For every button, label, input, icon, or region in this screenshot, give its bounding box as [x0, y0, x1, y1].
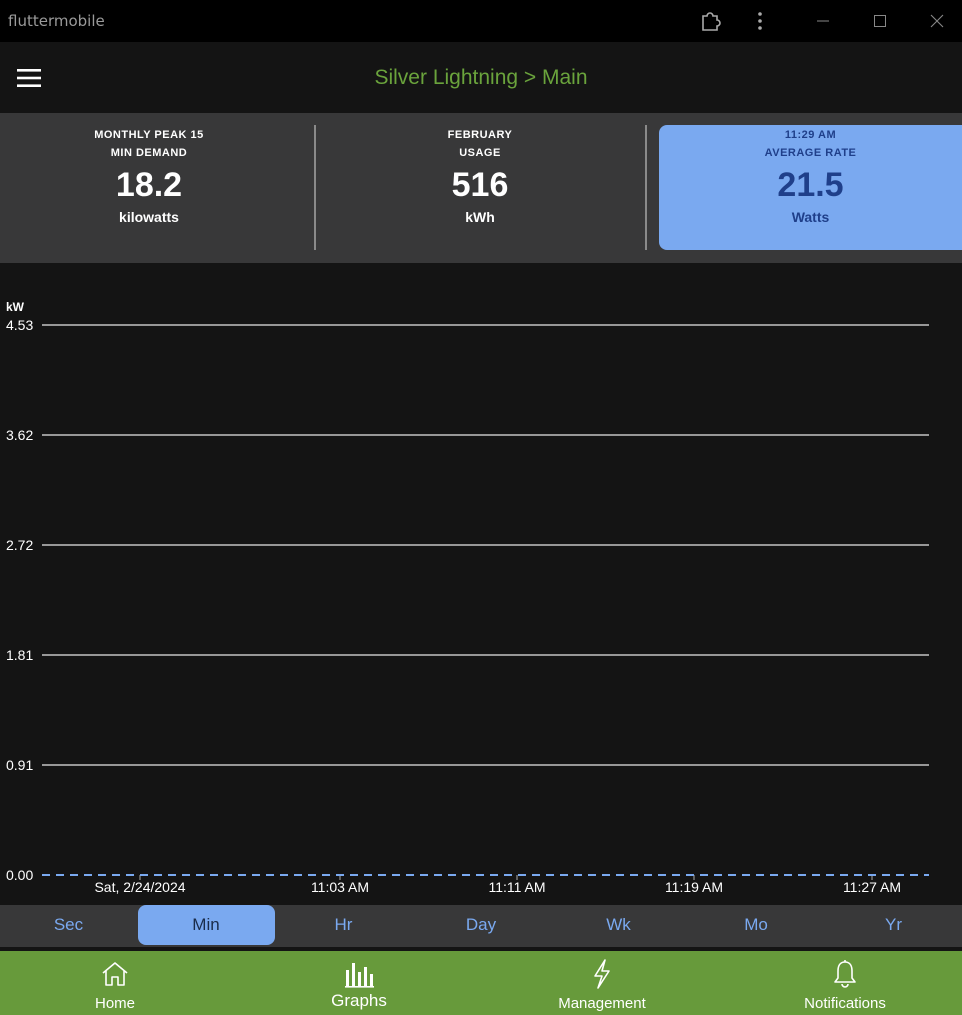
- peak-demand-label-1: MONTHLY PEAK 15: [94, 129, 204, 141]
- peak-demand-value: 18.2: [115, 166, 183, 204]
- close-icon[interactable]: [922, 6, 952, 36]
- stats-divider: [314, 125, 316, 250]
- range-day-button[interactable]: Day: [413, 905, 550, 945]
- peak-demand-unit: kilowatts: [119, 209, 179, 225]
- more-vert-icon[interactable]: [745, 6, 775, 36]
- y-tick-label: 0.91: [6, 757, 33, 773]
- average-rate-card[interactable]: 11:29 AM AVERAGE RATE 21.5 Watts: [659, 125, 962, 250]
- x-tick-label: 11:03 AM: [311, 879, 369, 895]
- range-wk-button[interactable]: Wk: [550, 905, 687, 945]
- range-sec-button[interactable]: Sec: [0, 905, 137, 945]
- lightning-icon: [591, 959, 613, 989]
- range-mo-button[interactable]: Mo: [688, 905, 825, 945]
- maximize-icon[interactable]: [865, 6, 895, 36]
- average-rate-unit: Watts: [791, 209, 830, 225]
- power-chart[interactable]: kW 4.53 3.62 2.72 1.81 0.91 0.00 Sat, 2/24/2024…: [0, 263, 962, 905]
- nav-notifications-label: Notifications: [804, 995, 886, 1012]
- chart-canvas: kW 4.53 3.62 2.72 1.81 0.91 0.00 Sat, 2/24/2024…: [6, 300, 929, 895]
- usage-label-1: FEBRUARY: [447, 129, 513, 141]
- y-tick-label: 2.72: [6, 537, 33, 553]
- range-min-button[interactable]: Min: [137, 905, 275, 945]
- range-hr-button[interactable]: Hr: [275, 905, 412, 945]
- home-icon: [100, 959, 130, 989]
- usage-card[interactable]: FEBRUARY USAGE 516 kWh: [330, 125, 630, 250]
- window-titlebar: fluttermobile: [0, 0, 962, 42]
- time-range-selector: Sec Min Hr Day Wk Mo Yr: [0, 905, 962, 947]
- peak-demand-card[interactable]: MONTHLY PEAK 15 MIN DEMAND 18.2 kilowatt…: [0, 125, 298, 250]
- y-tick-label: 4.53: [6, 317, 33, 333]
- nav-home[interactable]: Home: [55, 951, 175, 1015]
- peak-demand-label-2: MIN DEMAND: [110, 147, 188, 159]
- y-tick-label: 3.62: [6, 427, 33, 443]
- nav-notifications[interactable]: Notifications: [780, 951, 910, 1015]
- nav-graphs[interactable]: Graphs: [299, 951, 419, 1015]
- y-tick-label: 1.81: [6, 647, 33, 663]
- x-tick-label: 11:27 AM: [843, 879, 901, 895]
- y-axis-unit-label: kW: [6, 300, 25, 314]
- average-rate-time: 11:29 AM: [784, 129, 837, 141]
- minimize-icon[interactable]: [808, 6, 838, 36]
- usage-value: 516: [451, 166, 509, 204]
- nav-graphs-label: Graphs: [331, 991, 387, 1010]
- x-tick-label: 11:19 AM: [665, 879, 723, 895]
- x-tick-label: Sat, 2/24/2024: [94, 879, 185, 895]
- extension-icon[interactable]: [695, 6, 725, 36]
- bar-chart-icon: [344, 959, 374, 989]
- bell-icon: [832, 959, 858, 989]
- usage-label-2: USAGE: [459, 147, 501, 159]
- page-title: Silver Lightning > Main: [374, 66, 588, 89]
- window-title: fluttermobile: [8, 12, 105, 30]
- nav-home-label: Home: [94, 995, 135, 1012]
- stats-divider: [645, 125, 647, 250]
- nav-management-label: Management: [558, 995, 646, 1012]
- app-bar: Silver Lightning > Main: [0, 42, 962, 113]
- average-rate-value: 21.5: [777, 166, 844, 204]
- bottom-navigation: Home Graphs Management Notifications: [0, 951, 962, 1015]
- y-tick-label: 0.00: [6, 867, 33, 883]
- range-yr-button[interactable]: Yr: [825, 905, 962, 945]
- average-rate-label: AVERAGE RATE: [764, 147, 857, 159]
- nav-management[interactable]: Management: [537, 951, 667, 1015]
- usage-unit: kWh: [465, 209, 495, 225]
- stats-panel: MONTHLY PEAK 15 MIN DEMAND 18.2 kilowatt…: [0, 113, 962, 263]
- x-tick-label: 11:11 AM: [488, 879, 545, 895]
